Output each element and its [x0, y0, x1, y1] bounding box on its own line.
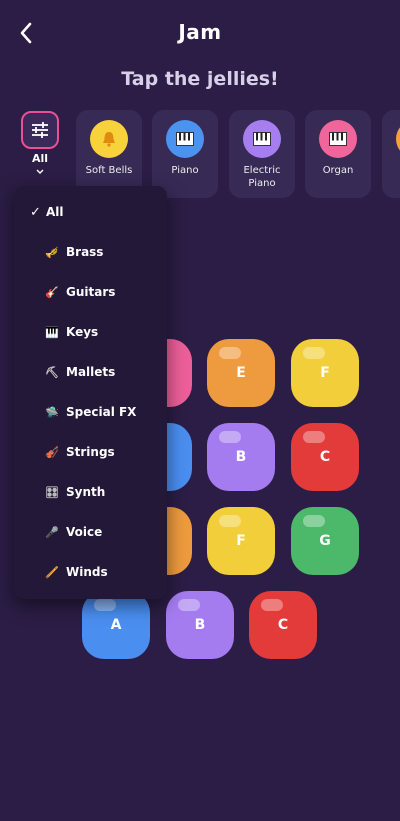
checkmark-icon: ✓ [30, 204, 41, 220]
category-electric-piano[interactable]: Electric Piano [229, 110, 295, 198]
jelly-note: A [110, 617, 122, 633]
ufo-icon: 🛸 [45, 405, 59, 419]
sliders-icon [32, 122, 48, 138]
jelly-note: B [194, 617, 206, 633]
page-title: Jam [178, 20, 222, 44]
jelly-pad[interactable]: E [207, 339, 275, 407]
trumpet-icon: 🎺 [45, 245, 59, 259]
category-soft-bells[interactable]: Soft Bells [76, 110, 142, 198]
dropdown-item-label: Strings [66, 445, 115, 459]
mallet-icon: ⛏ [45, 365, 59, 379]
jelly-note: G [319, 533, 331, 549]
jelly-note: C [319, 449, 331, 465]
dropdown-item-synth[interactable]: 🎛 Synth [14, 472, 167, 512]
microphone-icon: 🎤 [45, 525, 59, 539]
keyboard-icon [166, 120, 204, 158]
jelly-pad[interactable]: A [82, 591, 150, 659]
keyboard-icon [319, 120, 357, 158]
jelly-pad[interactable]: G [291, 507, 359, 575]
violin-icon: 🎻 [45, 445, 59, 459]
dropdown-item-label: Voice [66, 525, 103, 539]
category-label: Electric Piano [243, 165, 281, 189]
dropdown-item-keys[interactable]: 🎹 Keys [14, 312, 167, 352]
jelly-note: F [320, 365, 330, 381]
jelly-pad[interactable]: C [291, 423, 359, 491]
jelly-pad[interactable]: F [291, 339, 359, 407]
winds-icon: 🪈 [45, 565, 59, 579]
keys-icon: 🎹 [45, 325, 59, 339]
dropdown-item-label: Guitars [66, 285, 116, 299]
dropdown-item-label: Brass [66, 245, 104, 259]
category-organ[interactable]: Organ [305, 110, 371, 198]
filter-button[interactable] [21, 111, 59, 149]
category-dropdown: ✓ All 🎺 Brass 🎸 Guitars 🎹 Keys ⛏ Mallets… [14, 186, 167, 599]
dropdown-item-voice[interactable]: 🎤 Voice [14, 512, 167, 552]
jelly-note: E [236, 365, 246, 381]
header: Jam [0, 0, 400, 66]
dropdown-item-label: Mallets [66, 365, 116, 379]
dropdown-item-label: All [46, 205, 64, 219]
jelly-pad[interactable]: C [249, 591, 317, 659]
dropdown-item-label: Special FX [66, 405, 137, 419]
dropdown-item-winds[interactable]: 🪈 Winds [14, 552, 167, 592]
dropdown-item-label: Synth [66, 485, 106, 499]
category-label: Organ [322, 165, 354, 176]
dropdown-item-special-fx[interactable]: 🛸 Special FX [14, 392, 167, 432]
dropdown-item-mallets[interactable]: ⛏ Mallets [14, 352, 167, 392]
jelly-pad[interactable]: B [207, 423, 275, 491]
jelly-note: C [277, 617, 289, 633]
category-piano[interactable]: Piano [152, 110, 218, 198]
subtitle: Tap the jellies! [121, 68, 279, 90]
chevron-down-icon[interactable] [33, 166, 47, 178]
synth-icon: 🎛 [45, 485, 59, 499]
dropdown-item-guitars[interactable]: 🎸 Guitars [14, 272, 167, 312]
jelly-note: B [235, 449, 247, 465]
dropdown-item-all[interactable]: ✓ All [14, 192, 167, 232]
dropdown-item-label: Keys [66, 325, 99, 339]
keyboard-icon [243, 120, 281, 158]
dropdown-item-strings[interactable]: 🎻 Strings [14, 432, 167, 472]
category-label: Piano [171, 165, 199, 176]
partial-icon [396, 120, 400, 158]
category-partial[interactable] [382, 110, 400, 198]
dropdown-item-brass[interactable]: 🎺 Brass [14, 232, 167, 272]
filter-label: All [31, 152, 49, 165]
guitar-icon: 🎸 [45, 285, 59, 299]
dropdown-item-label: Winds [66, 565, 108, 579]
bell-icon [90, 120, 128, 158]
jelly-pad[interactable]: B [166, 591, 234, 659]
jelly-pad[interactable]: F [207, 507, 275, 575]
jelly-note: F [236, 533, 246, 549]
category-label: Soft Bells [85, 165, 133, 176]
